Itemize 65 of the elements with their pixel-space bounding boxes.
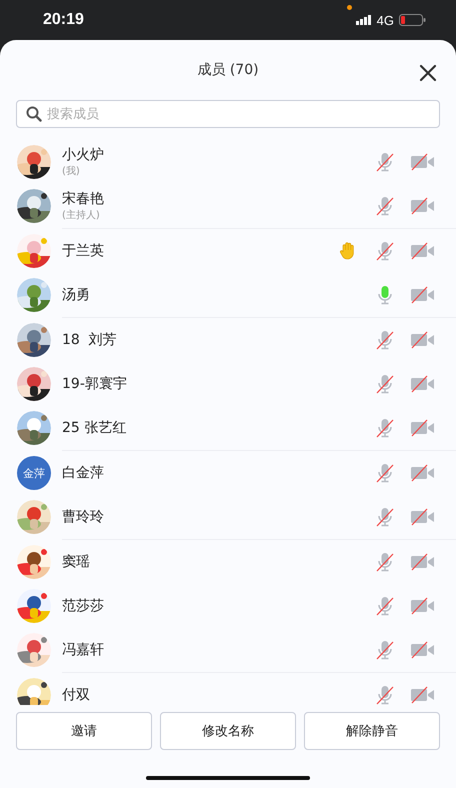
signal-icon bbox=[356, 15, 372, 25]
member-row[interactable]: 曹玲玲 bbox=[0, 495, 456, 539]
action-button[interactable]: 邀请 bbox=[16, 712, 152, 750]
muted-microphone-icon[interactable] bbox=[374, 506, 396, 528]
battery-icon bbox=[399, 14, 426, 26]
sheet-title: 成员 (70) bbox=[197, 61, 259, 79]
member-name: 窦瑶 bbox=[62, 553, 91, 571]
clock-time: 20:19 bbox=[43, 11, 84, 29]
member-row[interactable]: 窦瑶 bbox=[0, 540, 456, 584]
muted-microphone-icon[interactable] bbox=[374, 551, 396, 573]
member-name: 19-郭寰宇 bbox=[62, 375, 128, 393]
member-name: 付双 bbox=[62, 686, 91, 704]
camera-off-icon[interactable] bbox=[410, 418, 436, 438]
member-name: 18 刘芳 bbox=[62, 331, 118, 349]
member-row[interactable]: 金萍 白金萍 bbox=[0, 451, 456, 495]
muted-microphone-icon[interactable] bbox=[374, 462, 396, 484]
camera-off-icon[interactable] bbox=[410, 596, 436, 616]
member-row[interactable]: 宋春艳 (主持人) bbox=[0, 184, 456, 228]
member-row[interactable]: 汤勇 bbox=[0, 273, 456, 317]
camera-off-icon[interactable] bbox=[410, 152, 436, 172]
member-name: 于兰英 bbox=[62, 242, 105, 260]
network-label: 4G bbox=[376, 12, 394, 28]
action-button[interactable]: 修改名称 bbox=[160, 712, 296, 750]
muted-microphone-icon[interactable] bbox=[374, 373, 396, 395]
member-row[interactable]: 18 刘芳 bbox=[0, 318, 456, 362]
camera-off-icon[interactable] bbox=[410, 640, 436, 660]
member-name: 宋春艳 bbox=[62, 190, 105, 208]
camera-off-icon[interactable] bbox=[410, 507, 436, 527]
camera-off-icon[interactable] bbox=[410, 241, 436, 261]
camera-off-icon[interactable] bbox=[410, 330, 436, 350]
muted-microphone-icon[interactable] bbox=[374, 240, 396, 262]
member-row[interactable]: 冯嘉轩 bbox=[0, 628, 456, 672]
member-name: 白金萍 bbox=[62, 464, 105, 482]
camera-off-icon[interactable] bbox=[410, 196, 436, 216]
camera-off-icon[interactable] bbox=[410, 552, 436, 572]
member-row[interactable]: 于兰英 bbox=[0, 229, 456, 273]
member-row[interactable]: 付双 bbox=[0, 673, 456, 705]
member-name: 范莎莎 bbox=[62, 597, 105, 615]
member-name: 小火炉 bbox=[62, 146, 105, 164]
camera-off-icon[interactable] bbox=[410, 685, 436, 705]
muted-microphone-icon[interactable] bbox=[374, 684, 396, 705]
member-name: 曹玲玲 bbox=[62, 508, 105, 526]
indicator-dot-icon bbox=[347, 5, 352, 10]
member-row[interactable]: 25 张艺红 bbox=[0, 406, 456, 450]
member-row[interactable]: 小火炉 (我) bbox=[0, 140, 456, 184]
close-icon[interactable] bbox=[419, 64, 437, 82]
member-role: (主持人) bbox=[62, 208, 101, 222]
avatar: 金萍 bbox=[17, 456, 51, 490]
action-button[interactable]: 解除静音 bbox=[304, 712, 440, 750]
camera-off-icon[interactable] bbox=[410, 374, 436, 394]
muted-microphone-icon[interactable] bbox=[374, 195, 396, 217]
member-name: 25 张艺红 bbox=[62, 419, 128, 437]
search-field[interactable]: 搜索成员 bbox=[16, 100, 440, 128]
muted-microphone-icon[interactable] bbox=[374, 151, 396, 173]
member-name: 汤勇 bbox=[62, 286, 91, 304]
muted-microphone-icon[interactable] bbox=[374, 639, 396, 661]
member-role: (我) bbox=[62, 164, 81, 178]
member-row[interactable]: 19-郭寰宇 bbox=[0, 362, 456, 406]
member-row[interactable]: 范莎莎 bbox=[0, 584, 456, 628]
camera-off-icon[interactable] bbox=[410, 285, 436, 305]
muted-microphone-icon[interactable] bbox=[374, 329, 396, 351]
camera-off-icon[interactable] bbox=[410, 463, 436, 483]
muted-microphone-icon[interactable] bbox=[374, 417, 396, 439]
muted-microphone-icon[interactable] bbox=[374, 595, 396, 617]
member-name: 冯嘉轩 bbox=[62, 641, 105, 659]
